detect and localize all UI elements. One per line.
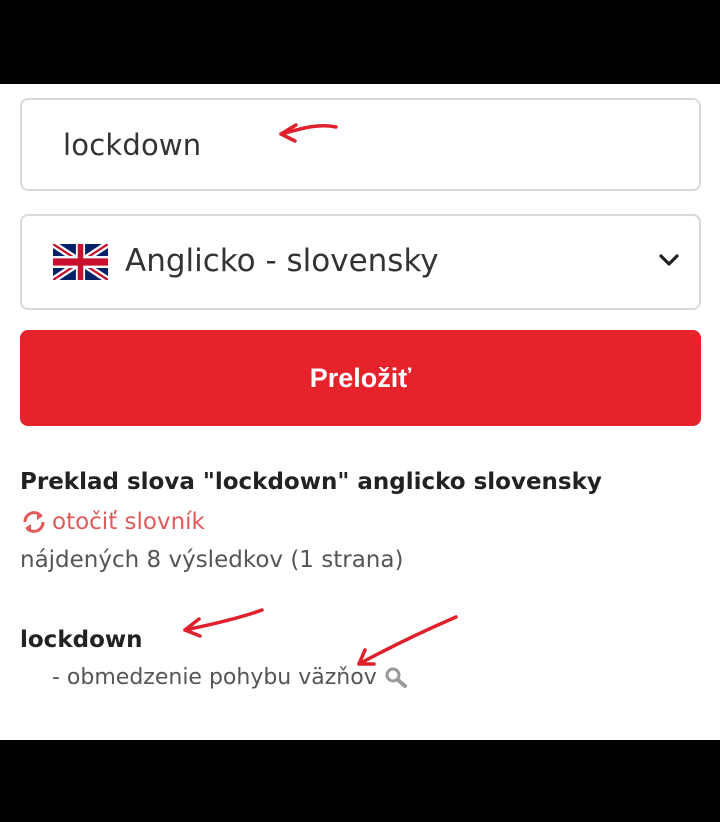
swap-icon <box>23 511 45 533</box>
language-select[interactable]: Anglicko - slovensky <box>20 214 701 310</box>
entry-definition: - obmedzenie pohybu väzňov <box>52 665 409 690</box>
search-input[interactable]: lockdown <box>20 98 701 191</box>
entry-word: lockdown <box>20 627 143 653</box>
entry-definition-text: - obmedzenie pohybu väzňov <box>52 665 377 690</box>
language-select-label: Anglicko - slovensky <box>125 243 439 279</box>
chevron-down-icon <box>659 254 679 266</box>
dictionary-page: lockdown Anglicko - slovensky Preložiť P… <box>0 84 720 740</box>
search-icon[interactable] <box>383 666 409 690</box>
top-black-bar <box>0 0 720 84</box>
bottom-black-bar <box>0 740 720 822</box>
search-input-value: lockdown <box>63 128 202 162</box>
swap-dictionary-label: otočiť slovník <box>52 509 205 535</box>
results-count: nájdených 8 výsledkov (1 strana) <box>20 547 404 573</box>
translate-button[interactable]: Preložiť <box>20 330 701 426</box>
swap-dictionary-link[interactable]: otočiť slovník <box>20 509 205 535</box>
uk-flag-icon <box>53 244 108 280</box>
result-heading: Preklad slova "lockdown" anglicko sloven… <box>20 469 602 495</box>
